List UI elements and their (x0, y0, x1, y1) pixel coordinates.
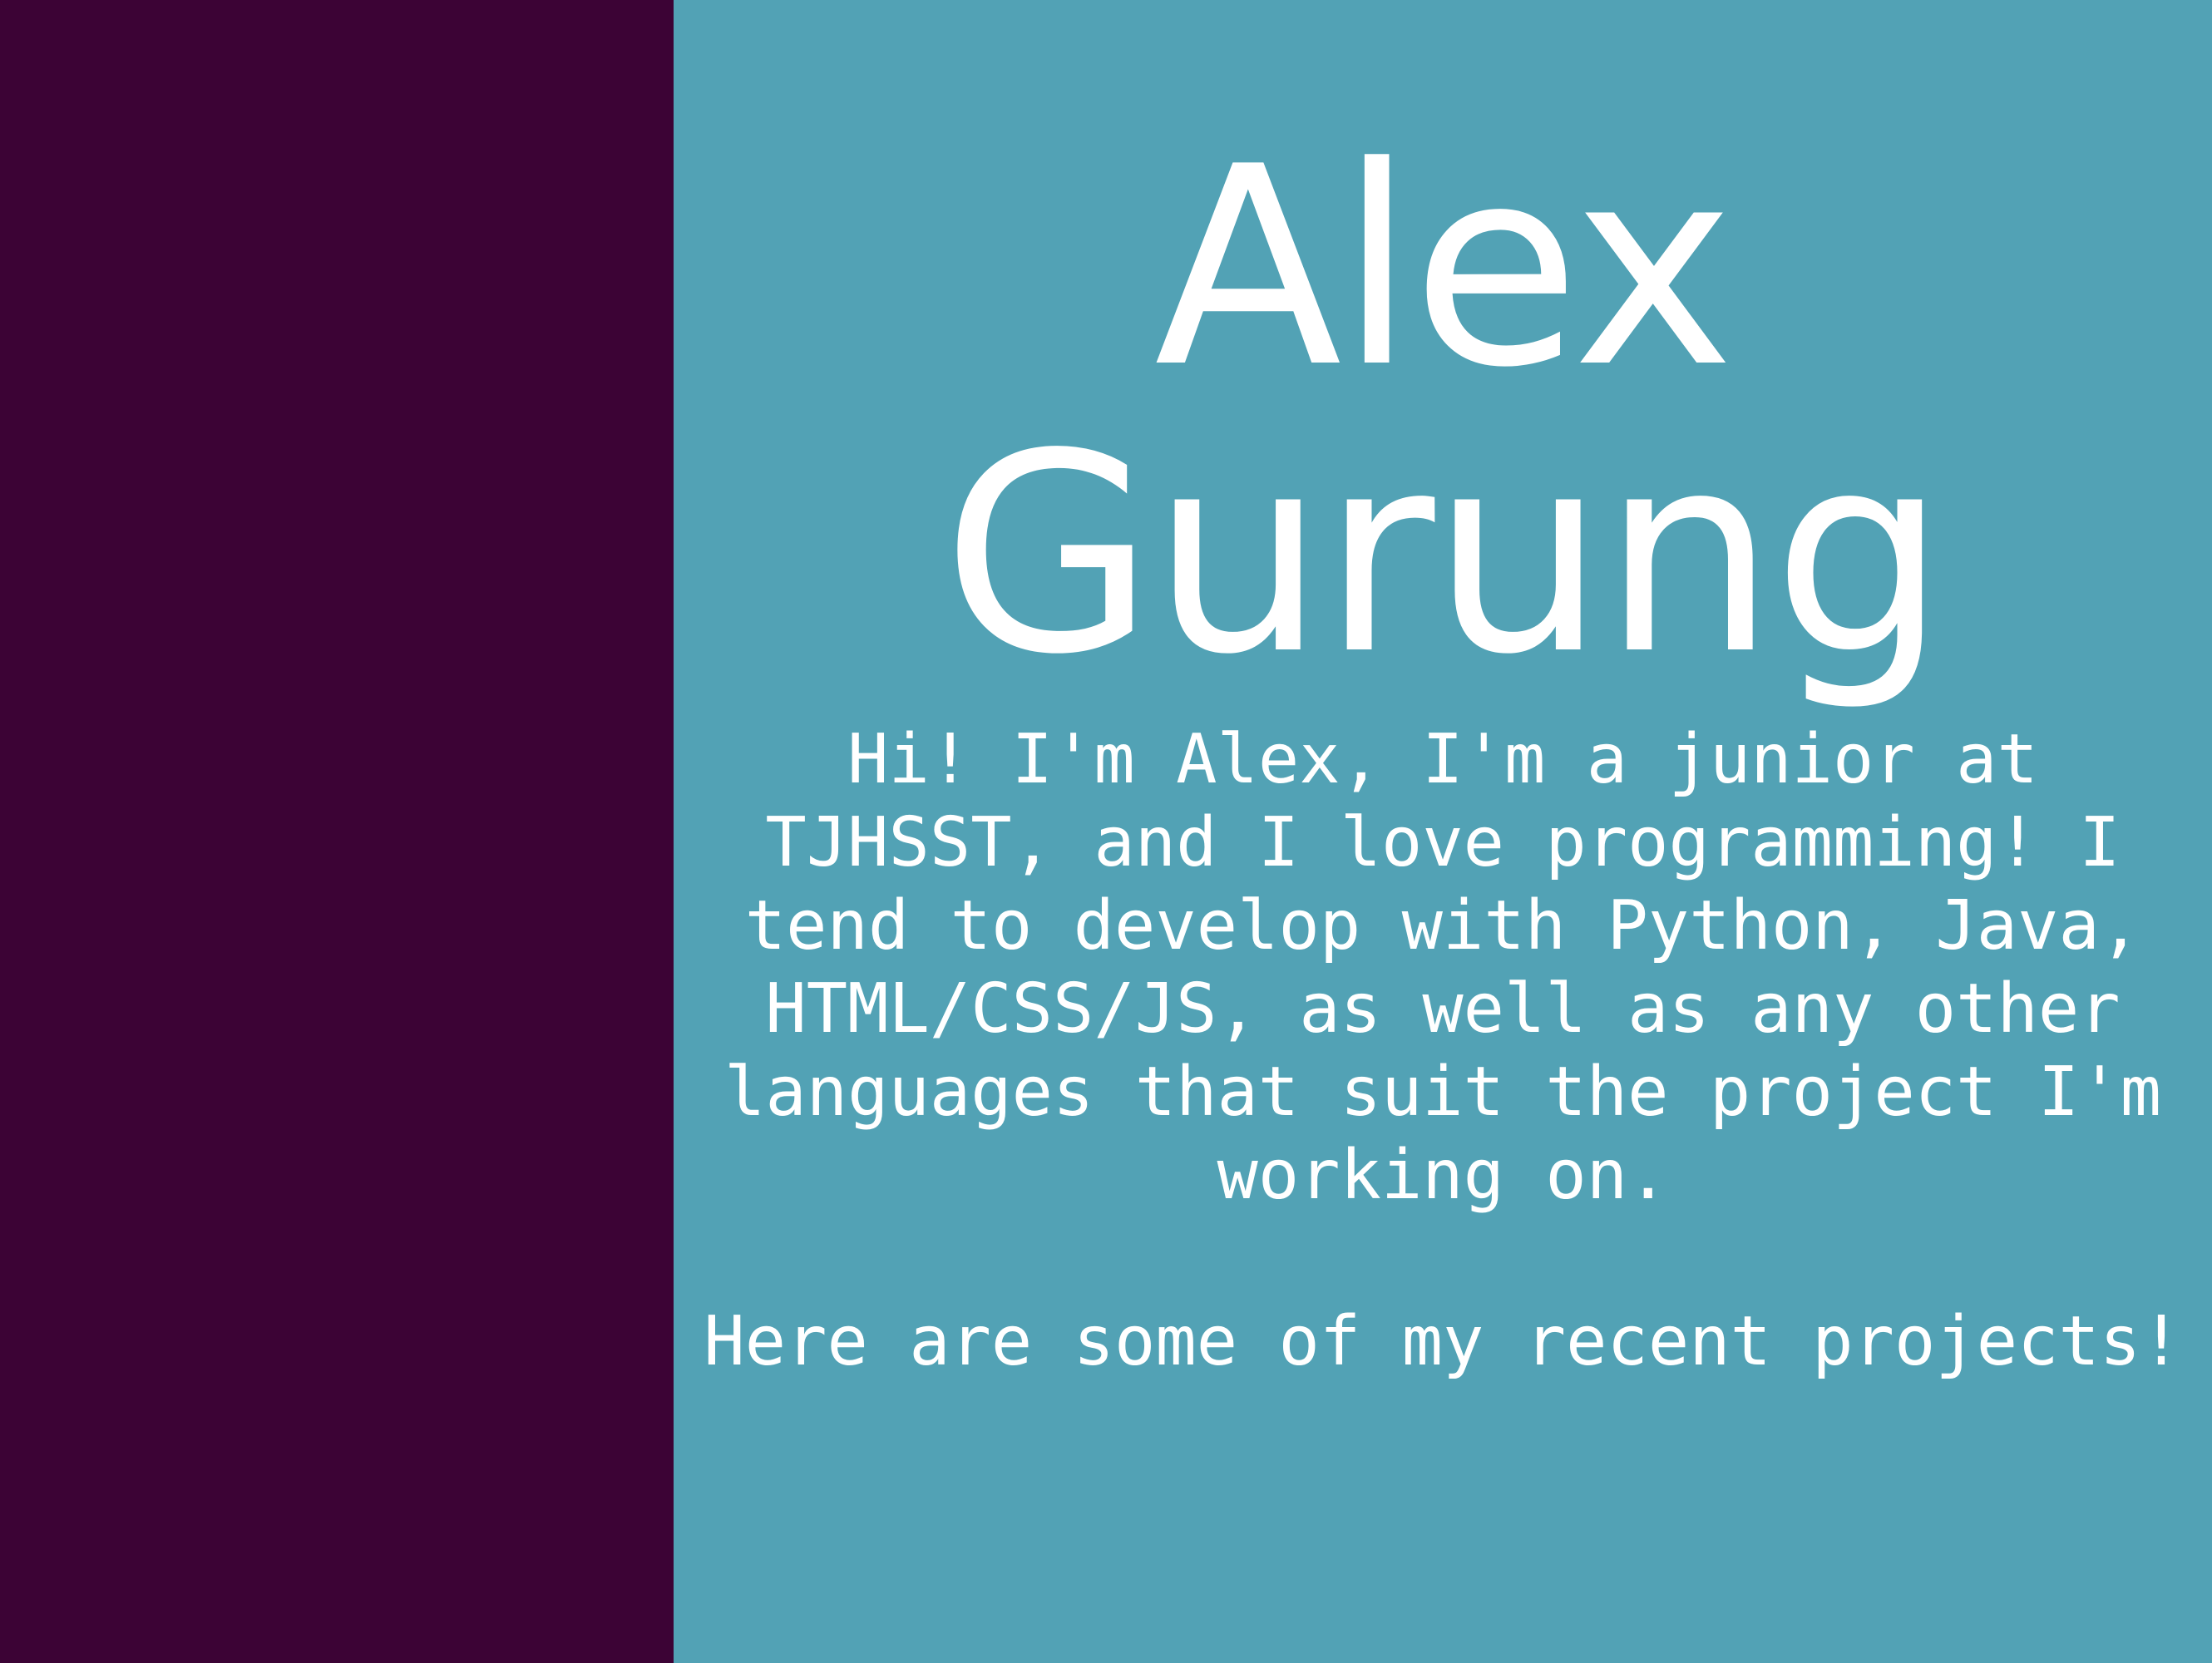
sidebar (0, 0, 674, 1663)
page-title: Alex Gurung (674, 0, 2212, 698)
main-content: Alex Gurung Hi! I'm Alex, I'm a junior a… (674, 0, 2212, 1663)
bio-text: Hi! I'm Alex, I'm a junior at TJHSST, an… (724, 720, 2161, 1215)
title-first-name: Alex (1154, 108, 1735, 427)
page: Alex Gurung Hi! I'm Alex, I'm a junior a… (0, 0, 2212, 1663)
projects-intro-text: Here are some of my recent projects! (704, 1302, 2182, 1381)
title-last-name: Gurung (941, 395, 1947, 714)
